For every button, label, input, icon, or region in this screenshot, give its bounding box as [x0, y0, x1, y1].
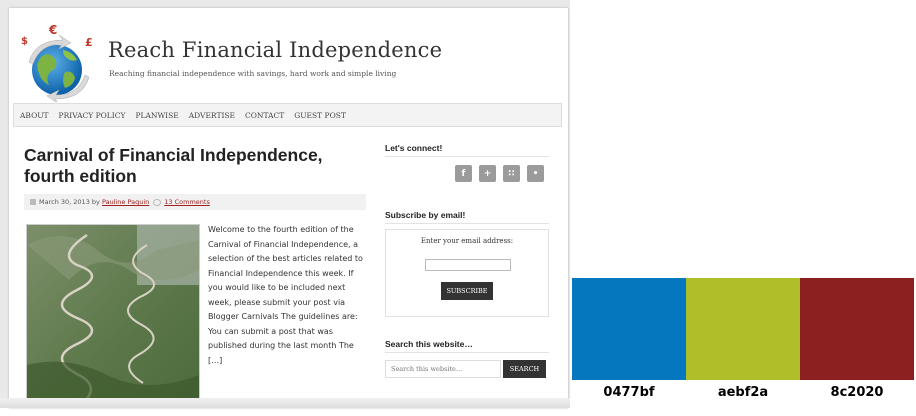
post-comments-link[interactable]: 13 Comments: [164, 198, 210, 206]
post-by-label: by: [91, 198, 100, 206]
connect-heading: Let's connect!: [385, 143, 549, 157]
subscribe-heading: Subscribe by email!: [385, 210, 549, 224]
email-label: Enter your email address:: [420, 237, 514, 245]
palette-label-red: 8c2020: [830, 385, 884, 400]
pound-symbol: £: [85, 36, 93, 49]
nav-item-advertise[interactable]: ADVERTISE: [184, 111, 240, 120]
nav-item-privacy-policy[interactable]: PRIVACY POLICY: [54, 111, 131, 120]
comment-bubble-icon: [153, 198, 162, 206]
globe-logo-icon[interactable]: $ € £: [19, 22, 104, 102]
euro-symbol: €: [48, 23, 57, 37]
window-bottom-edge: [0, 398, 570, 408]
mountain-road-image: [27, 225, 199, 408]
website-screenshot: $ € £ Reach Financial Independence Reach…: [0, 0, 570, 408]
palette-swatch-green: [686, 278, 800, 380]
search-button[interactable]: SEARCH: [503, 360, 546, 378]
search-input[interactable]: [385, 360, 501, 378]
post-author-link[interactable]: Pauline Paquin: [102, 198, 149, 206]
subscribe-box: Enter your email address: SUBSCRIBE: [385, 229, 549, 317]
palette-swatch-blue: [572, 278, 686, 380]
subscribe-button[interactable]: SUBSCRIBE: [441, 282, 493, 300]
google-plus-icon[interactable]: +: [479, 165, 496, 182]
palette-label-green: aebf2a: [717, 385, 769, 400]
browser-page: $ € £ Reach Financial Independence Reach…: [9, 8, 568, 408]
palette-swatch-red: [800, 278, 914, 380]
main-nav: ABOUT PRIVACY POLICY PLANWISE ADVERTISE …: [13, 103, 562, 127]
email-field[interactable]: [425, 259, 511, 271]
site-description: Reaching financial independence with sav…: [109, 69, 397, 78]
search-heading: Search this website…: [385, 339, 549, 353]
calendar-icon: [30, 199, 36, 205]
nav-item-guest-post[interactable]: GUEST POST: [289, 111, 351, 120]
post-date: March 30, 2013: [39, 198, 90, 206]
nav-item-contact[interactable]: CONTACT: [240, 111, 289, 120]
nav-item-about[interactable]: ABOUT: [14, 111, 54, 120]
post-meta: March 30, 2013 by Pauline Paquin 13 Comm…: [24, 194, 366, 210]
palette-label-blue: 0477bf: [603, 385, 655, 400]
post-excerpt: Welcome to the fourth edition of the Car…: [208, 225, 363, 365]
facebook-icon[interactable]: f: [455, 165, 472, 182]
post-thumbnail[interactable]: [26, 224, 200, 408]
site-title[interactable]: Reach Financial Independence: [108, 38, 442, 62]
dollar-symbol: $: [21, 36, 28, 47]
post-title[interactable]: Carnival of Financial Independence, four…: [24, 145, 364, 187]
rss-icon[interactable]: ∷: [503, 165, 520, 182]
nav-item-planwise[interactable]: PLANWISE: [130, 111, 183, 120]
twitter-icon[interactable]: •: [527, 165, 544, 182]
